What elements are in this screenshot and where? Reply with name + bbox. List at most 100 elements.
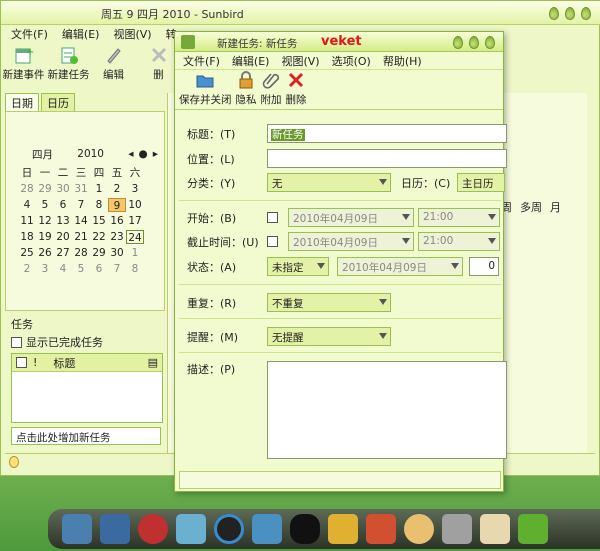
calendar-day[interactable]: 19	[36, 230, 54, 244]
calendar-select[interactable]: 主日历	[457, 173, 505, 192]
calendar-day[interactable]: 6	[90, 262, 108, 276]
dock-document-icon[interactable]	[480, 514, 510, 544]
calendar-day[interactable]: 18	[18, 230, 36, 244]
calendar-day[interactable]: 11	[18, 214, 36, 228]
calendar-day[interactable]: 21	[72, 230, 90, 244]
start-checkbox[interactable]	[267, 212, 278, 223]
due-time-picker[interactable]: 21:00	[418, 232, 500, 251]
dlg-menu-view[interactable]: 视图(V)	[281, 53, 319, 69]
menu-edit[interactable]: 编辑(E)	[62, 26, 100, 44]
today-dot-icon[interactable]: ●	[139, 148, 148, 160]
calendar-day[interactable]: 30	[54, 182, 72, 196]
calendar-day[interactable]: 20	[54, 230, 72, 244]
dialog-title-bar[interactable]: 新建任务: 新任务 veket	[175, 32, 503, 52]
delete-task-button[interactable]: 删除	[286, 70, 307, 109]
calendar-day[interactable]: 8	[90, 198, 108, 212]
calendar-day[interactable]: 3	[36, 262, 54, 276]
menu-view[interactable]: 视图(V)	[113, 26, 151, 44]
priority-col-icon[interactable]: !	[33, 356, 37, 369]
status-date-picker[interactable]: 2010年04月09日	[337, 257, 463, 276]
new-event-button[interactable]: + 新建事件	[1, 45, 46, 91]
calendar-month[interactable]: 四月	[32, 147, 53, 162]
dock-exit-door-icon[interactable]	[328, 514, 358, 544]
dialog-minimize-icon[interactable]	[453, 36, 463, 49]
calendar-day[interactable]: 28	[72, 246, 90, 260]
start-date-picker[interactable]: 2010年04月09日	[288, 208, 414, 227]
prev-month-icon[interactable]: ◂	[128, 148, 133, 160]
calendar-day[interactable]: 8	[126, 262, 144, 276]
calendar-day[interactable]: 4	[54, 262, 72, 276]
status-select[interactable]: 未指定	[267, 257, 329, 276]
due-date-picker[interactable]: 2010年04月09日	[288, 232, 414, 251]
privacy-button[interactable]: 隐私	[236, 70, 257, 109]
calendar-day[interactable]: 10	[126, 198, 144, 212]
calendar-day[interactable]: 1	[90, 182, 108, 196]
start-time-picker[interactable]: 21:00	[418, 208, 500, 227]
location-input[interactable]	[267, 149, 507, 168]
calendar-day[interactable]: 28	[18, 182, 36, 196]
maximize-icon[interactable]	[565, 7, 575, 20]
calendar-day[interactable]: 7	[108, 262, 126, 276]
tab-month[interactable]: 月	[550, 199, 561, 215]
calendar-day[interactable]: 7	[72, 198, 90, 212]
calendar-day[interactable]: 6	[54, 198, 72, 212]
calendar-day[interactable]: 1	[126, 246, 144, 260]
tab-calendar[interactable]: 日历	[41, 93, 75, 113]
task-title-column[interactable]: 标题	[53, 355, 75, 371]
dock-media-player-icon[interactable]	[214, 514, 244, 544]
description-textarea[interactable]	[267, 361, 507, 459]
menu-file[interactable]: 文件(F)	[11, 26, 48, 44]
dock-chat-icon[interactable]	[252, 514, 282, 544]
dlg-menu-options[interactable]: 选项(O)	[332, 53, 371, 69]
due-checkbox[interactable]	[267, 236, 278, 247]
calendar-day[interactable]: 30	[108, 246, 126, 260]
dlg-menu-help[interactable]: 帮助(H)	[383, 53, 422, 69]
show-completed-checkbox[interactable]	[11, 336, 22, 348]
calendar-day[interactable]: 26	[36, 246, 54, 260]
dialog-maximize-icon[interactable]	[469, 36, 479, 49]
minimize-icon[interactable]	[549, 7, 559, 20]
calendar-day[interactable]: 12	[36, 214, 54, 228]
calendar-day[interactable]: 16	[108, 214, 126, 228]
calendar-day[interactable]: 23	[108, 230, 126, 244]
calendar-day[interactable]: 2	[108, 182, 126, 196]
calendar-day[interactable]: 29	[36, 182, 54, 196]
dock-palette-icon[interactable]	[404, 514, 434, 544]
repeat-select[interactable]: 不重复	[267, 293, 391, 312]
column-picker-icon[interactable]: ▤	[148, 356, 158, 369]
tab-multiweek[interactable]: 多周	[520, 199, 542, 215]
calendar-day[interactable]: 24	[126, 230, 144, 244]
calendar-day[interactable]: 31	[72, 182, 90, 196]
task-complete-col-icon[interactable]	[16, 357, 27, 368]
calendar-day[interactable]: 17	[126, 214, 144, 228]
dock-ghost-icon[interactable]	[138, 514, 168, 544]
calendar-day[interactable]: 15	[90, 214, 108, 228]
title-input[interactable]: 新任务	[267, 124, 507, 143]
tab-date[interactable]: 日期	[5, 93, 39, 113]
calendar-day[interactable]: 13	[54, 214, 72, 228]
calendar-day[interactable]: 2	[18, 262, 36, 276]
edit-button[interactable]: 编辑	[91, 45, 136, 91]
next-month-icon[interactable]: ▸	[153, 148, 158, 160]
calendar-day[interactable]: 25	[18, 246, 36, 260]
dock-chart-icon[interactable]	[366, 514, 396, 544]
close-icon[interactable]	[581, 7, 591, 20]
dlg-menu-file[interactable]: 文件(F)	[183, 53, 220, 69]
dialog-close-icon[interactable]	[485, 36, 495, 49]
dlg-menu-edit[interactable]: 编辑(E)	[232, 53, 270, 69]
dock-help-icon[interactable]	[518, 514, 548, 544]
calendar-day[interactable]: 27	[54, 246, 72, 260]
calendar-day[interactable]: 14	[72, 214, 90, 228]
new-task-button[interactable]: 新建任务	[46, 45, 91, 91]
calendar-day[interactable]: 3	[126, 182, 144, 196]
add-task-input[interactable]: 点击此处增加新任务	[11, 427, 161, 445]
calendar-day[interactable]: 29	[90, 246, 108, 260]
calendar-day[interactable]: 22	[90, 230, 108, 244]
category-select[interactable]: 无	[267, 173, 391, 192]
dock-brush-icon[interactable]	[442, 514, 472, 544]
reminder-select[interactable]: 无提醒	[267, 327, 391, 346]
save-close-button[interactable]: 保存并关闭	[179, 70, 232, 109]
calendar-year[interactable]: 2010	[77, 148, 104, 160]
main-title-bar[interactable]: 周五 9 四月 2010 - Sunbird	[1, 1, 600, 25]
calendar-day[interactable]: 5	[72, 262, 90, 276]
